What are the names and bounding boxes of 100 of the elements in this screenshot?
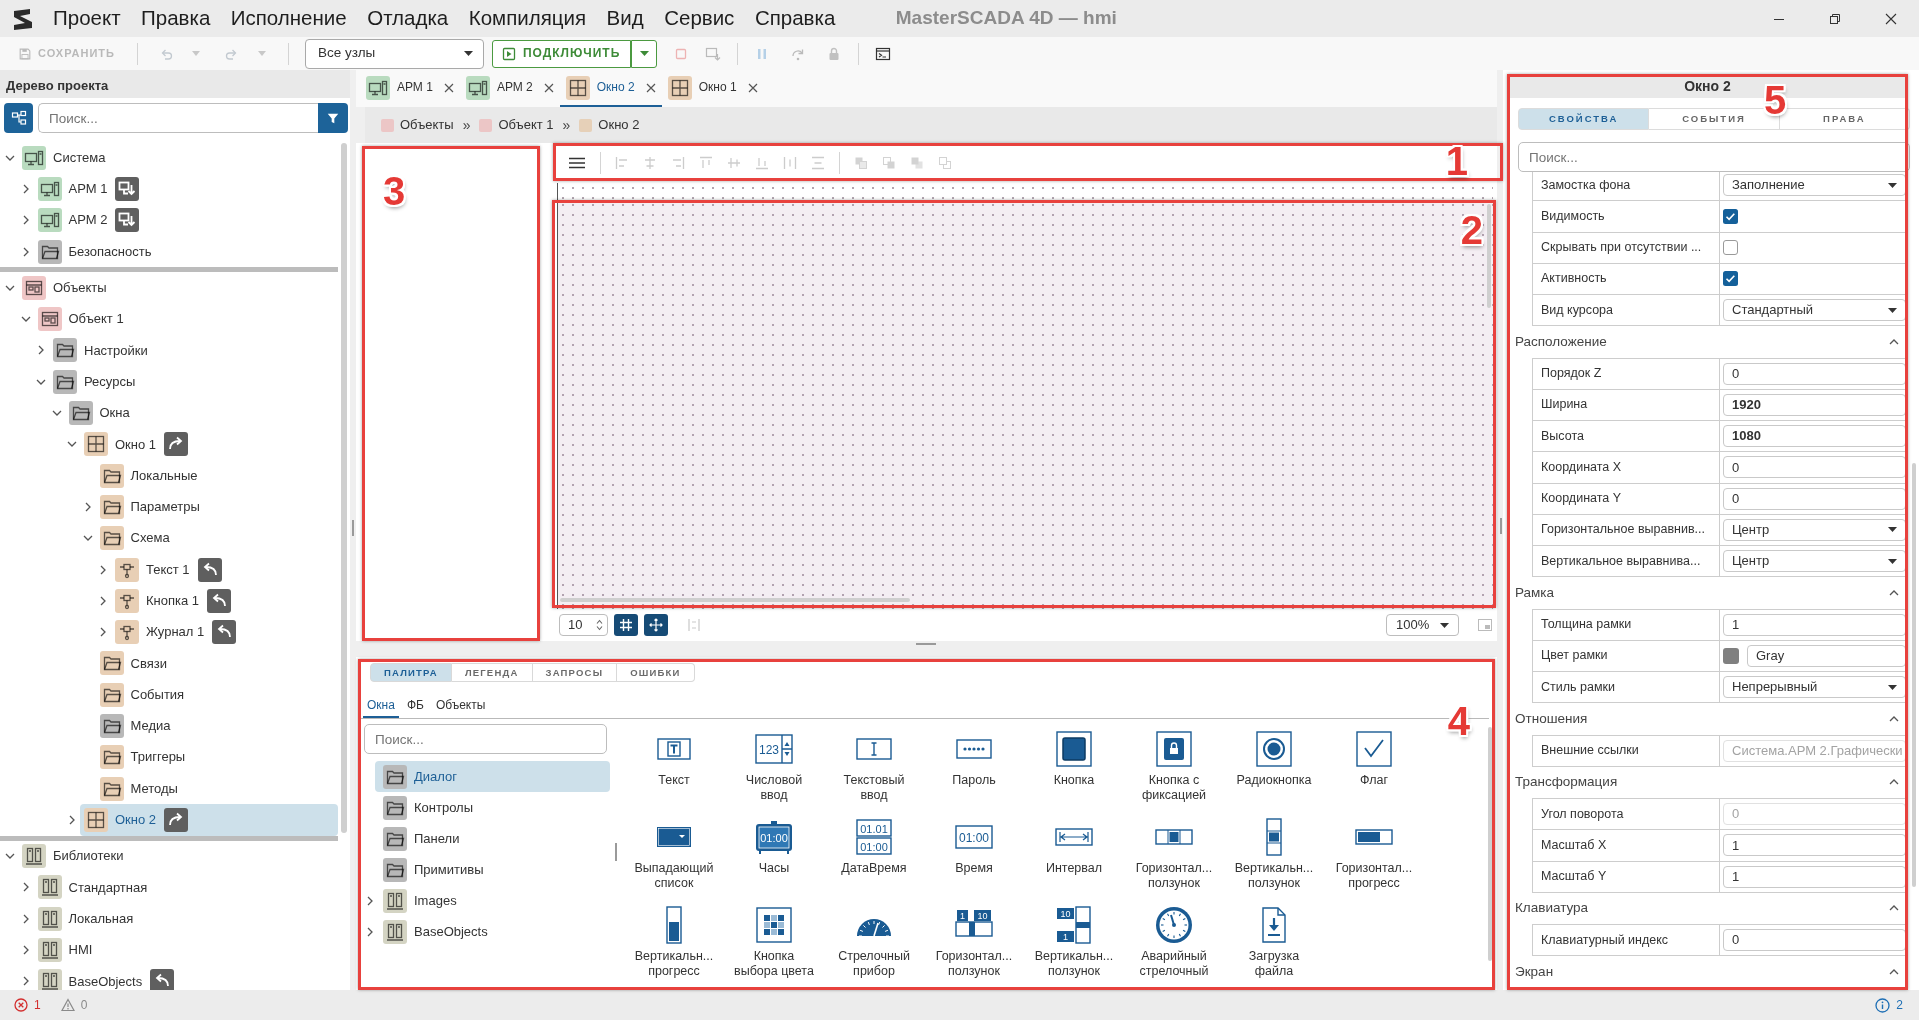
text-field[interactable]: 0 <box>1723 456 1906 479</box>
list-item[interactable]: Диалог <box>375 761 610 792</box>
breadcrumb-item[interactable]: Объект 1 <box>498 117 554 133</box>
close-icon[interactable] <box>645 82 656 93</box>
menu-item[interactable]: Сервис <box>664 6 735 31</box>
snap-button[interactable] <box>644 614 668 636</box>
splitter-handle[interactable] <box>1500 518 1502 534</box>
close-icon[interactable] <box>1885 12 1897 25</box>
palette-item[interactable]: Флаг <box>1324 728 1424 816</box>
tree-item[interactable]: Триггеры <box>95 741 338 773</box>
checkbox[interactable] <box>1723 240 1738 256</box>
text-field[interactable]: 1 <box>1723 613 1906 636</box>
tree-item[interactable]: Окно 1 <box>80 428 338 460</box>
tree-item[interactable]: Система <box>18 142 338 174</box>
palette-item[interactable]: 01:00 Время <box>924 816 1024 904</box>
document-tab[interactable]: АРМ 1 <box>360 70 460 107</box>
document-tab[interactable]: АРМ 2 <box>459 70 560 107</box>
list-item[interactable]: Контролы <box>375 792 610 823</box>
menu-item[interactable]: Исполнение <box>230 6 347 31</box>
info-icon[interactable] <box>1875 997 1891 1013</box>
tree-item[interactable]: Параметры <box>95 491 338 523</box>
palette-item[interactable]: Радиокнопка <box>1224 728 1324 816</box>
text-field[interactable]: Gray <box>1747 644 1906 667</box>
close-icon[interactable] <box>747 82 758 93</box>
number-field[interactable]: 10 <box>559 614 608 636</box>
menu-item[interactable]: Проект <box>53 6 121 31</box>
palette-item[interactable]: 1 10 Горизонтал... ползунок <box>924 904 1024 992</box>
dropdown[interactable]: Центр <box>1723 518 1906 541</box>
property-tab[interactable]: СВОЙСТВА <box>1518 108 1650 130</box>
subtab[interactable]: Окна <box>363 694 399 718</box>
error-icon[interactable] <box>14 998 28 1012</box>
palette-item[interactable]: Кнопка <box>1024 728 1124 816</box>
splitter-handle[interactable] <box>352 520 354 536</box>
tree-item[interactable]: Схема <box>95 522 338 554</box>
tree-item[interactable]: Текст 1 <box>111 553 338 586</box>
dropdown[interactable]: Стандартный <box>1723 299 1906 322</box>
search-field[interactable]: Поиск... <box>364 724 607 754</box>
scrollbar[interactable] <box>1488 727 1492 961</box>
tree-item[interactable]: Объект 1 <box>33 303 338 335</box>
scrollbar[interactable] <box>1912 463 1916 887</box>
palette-item[interactable]: Стрелочный прибор <box>824 904 924 992</box>
tree-item[interactable]: Окно 2 <box>80 804 338 836</box>
tree-item[interactable]: Стандартная <box>33 871 338 904</box>
list-item[interactable]: Панели <box>375 823 610 854</box>
panel-tab[interactable]: ЗАПРОСЫ <box>532 663 618 682</box>
palette-item[interactable]: Кнопка выбора цвета <box>724 904 824 992</box>
tree-item[interactable]: BaseObjects <box>33 965 338 990</box>
palette-item[interactable]: 01.01 01:00 ДатаВремя <box>824 816 924 904</box>
tree-item[interactable]: Кнопка 1 <box>111 585 338 617</box>
palette-item[interactable]: 01:00 Часы <box>724 816 824 904</box>
palette-item[interactable]: Текстовый ввод <box>824 728 924 816</box>
restore-icon[interactable] <box>1829 12 1841 25</box>
palette-item[interactable]: 123 Числовой ввод <box>724 728 824 816</box>
list-item[interactable]: Images <box>375 885 610 916</box>
menu-item[interactable]: Вид <box>606 6 644 31</box>
checkbox[interactable] <box>1723 208 1738 224</box>
tree-item[interactable]: Медиа <box>95 710 338 742</box>
breadcrumb-item[interactable]: Окно 2 <box>598 117 640 133</box>
list-item[interactable]: Примитивы <box>375 854 610 885</box>
tree-item[interactable]: Локальная <box>33 903 338 935</box>
tree-item[interactable]: АРМ 1 <box>33 173 338 205</box>
text-field[interactable]: 1080 <box>1723 425 1906 448</box>
text-field[interactable]: 0 <box>1723 929 1906 952</box>
subtab[interactable]: ФБ <box>402 694 428 718</box>
tree-item[interactable]: Журнал 1 <box>111 616 338 648</box>
node-select[interactable]: Все узлы <box>304 38 484 69</box>
search-field[interactable]: Поиск... <box>1518 142 1910 172</box>
tree-item[interactable]: Безопасность <box>33 235 338 268</box>
menu-item[interactable]: Справка <box>754 6 836 31</box>
text-field[interactable]: 0 <box>1723 362 1906 385</box>
document-tab[interactable]: Окно 1 <box>661 70 764 107</box>
menu-item[interactable]: Компиляция <box>468 6 587 31</box>
list-item[interactable]: BaseObjects <box>375 916 610 947</box>
menu-item[interactable]: Отладка <box>367 6 449 31</box>
tree-item[interactable]: Связи <box>95 647 338 680</box>
palette-item[interactable]: Выпадающий список <box>624 816 724 904</box>
dropdown-button[interactable] <box>631 39 658 68</box>
tree-item[interactable]: HMI <box>33 934 338 966</box>
splitter-handle[interactable] <box>916 643 936 645</box>
palette-item[interactable]: Интервал <box>1024 816 1124 904</box>
tree-item[interactable]: Окна <box>64 397 338 429</box>
text-field[interactable]: 1920 <box>1723 393 1906 416</box>
dropdown[interactable]: Центр <box>1723 550 1906 573</box>
panel-tab[interactable]: ПАЛИТРА <box>370 663 452 682</box>
palette-item[interactable]: Кнопка с фиксацией <box>1124 728 1224 816</box>
dropdown[interactable]: Непрерывный <box>1723 676 1906 699</box>
tree-item[interactable]: Объекты <box>18 272 338 304</box>
breadcrumb-item[interactable]: Объекты <box>400 117 454 133</box>
scrollbar[interactable] <box>560 598 910 602</box>
tree-item[interactable]: АРМ 2 <box>33 204 338 236</box>
grid-button[interactable] <box>614 614 638 636</box>
tree-item[interactable]: Библиотеки <box>18 840 338 872</box>
palette-item[interactable]: Загрузка файла <box>1224 904 1324 992</box>
connect-button[interactable]: ПОДКЛЮЧИТЬ <box>491 39 632 68</box>
panel-tab[interactable]: ЛЕГЕНДА <box>451 663 533 682</box>
terminal-icon[interactable] <box>875 45 892 62</box>
checkbox[interactable] <box>1723 271 1738 287</box>
menu-icon[interactable] <box>568 155 586 170</box>
text-field[interactable]: 1 <box>1723 834 1906 857</box>
panel-tab[interactable]: ОШИБКИ <box>617 663 695 682</box>
